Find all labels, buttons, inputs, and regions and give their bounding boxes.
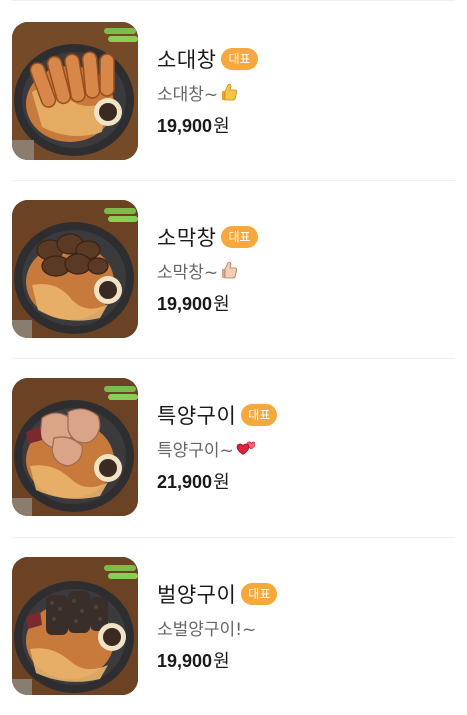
menu-item-description: 특양구이~ [157, 440, 234, 461]
name-row: 소막창 대표 [157, 222, 447, 252]
menu-item-info: 특양구이 대표 특양구이~ 21,900 원 [157, 400, 447, 493]
name-row: 특양구이 대표 [157, 400, 447, 430]
dish-image [12, 200, 138, 338]
desc-row: 소막창~ [157, 258, 447, 283]
menu-item-photo [12, 557, 138, 695]
menu-list: 소대창 대표 소대창~ 19,900 원 소막창 대표 소막창~ 19,900 … [0, 0, 467, 697]
menu-item-price: 21,900 [157, 472, 213, 492]
menu-item-name: 소막창 [157, 226, 217, 250]
signature-badge: 대표 [241, 583, 278, 605]
signature-badge: 대표 [221, 48, 258, 70]
menu-item-price: 19,900 [157, 651, 213, 671]
currency-label: 원 [213, 116, 230, 137]
menu-item-name: 특양구이 [157, 404, 237, 428]
price-row: 19,900 원 [157, 112, 447, 137]
menu-item-photo [12, 200, 138, 338]
divider [12, 537, 455, 538]
menu-item-info: 벌양구이 대표 소벌양구이!~ 19,900 원 [157, 579, 447, 672]
name-row: 소대창 대표 [157, 44, 447, 74]
signature-badge: 대표 [221, 226, 258, 248]
currency-label: 원 [213, 651, 230, 672]
signature-badge: 대표 [241, 404, 278, 426]
menu-item-description: 소벌양구이!~ [157, 619, 257, 640]
menu-item-name: 소대창 [157, 48, 217, 72]
desc-row: 특양구이~ [157, 436, 447, 461]
menu-item-price: 19,900 [157, 294, 213, 314]
price-row: 19,900 원 [157, 647, 447, 672]
menu-item-price: 19,900 [157, 116, 213, 136]
divider [12, 0, 455, 1]
menu-item-somakchang[interactable]: 소막창 대표 소막창~ 19,900 원 [0, 188, 467, 358]
menu-item-beolyanggui[interactable]: 벌양구이 대표 소벌양구이!~ 19,900 원 [0, 545, 467, 715]
divider [12, 358, 455, 359]
menu-item-sodaechang[interactable]: 소대창 대표 소대창~ 19,900 원 [0, 10, 467, 180]
dish-image [12, 22, 138, 160]
menu-item-photo [12, 22, 138, 160]
price-row: 19,900 원 [157, 290, 447, 315]
currency-label: 원 [213, 294, 230, 315]
desc-row: 소벌양구이!~ [157, 615, 447, 640]
menu-item-info: 소막창 대표 소막창~ 19,900 원 [157, 222, 447, 315]
menu-item-description: 소막창~ [157, 262, 219, 283]
currency-label: 원 [213, 472, 230, 493]
divider [12, 180, 455, 181]
dish-image [12, 557, 138, 695]
thumbs-up-light-icon [219, 260, 239, 280]
menu-item-name: 벌양구이 [157, 583, 237, 607]
menu-item-teukyanggui[interactable]: 특양구이 대표 특양구이~ 21,900 원 [0, 366, 467, 536]
dish-image [12, 378, 138, 516]
menu-item-description: 소대창~ [157, 84, 219, 105]
desc-row: 소대창~ [157, 80, 447, 105]
menu-item-info: 소대창 대표 소대창~ 19,900 원 [157, 44, 447, 137]
two-hearts-icon [235, 438, 255, 458]
thumbs-up-icon [219, 82, 239, 102]
price-row: 21,900 원 [157, 468, 447, 493]
name-row: 벌양구이 대표 [157, 579, 447, 609]
menu-item-photo [12, 378, 138, 516]
